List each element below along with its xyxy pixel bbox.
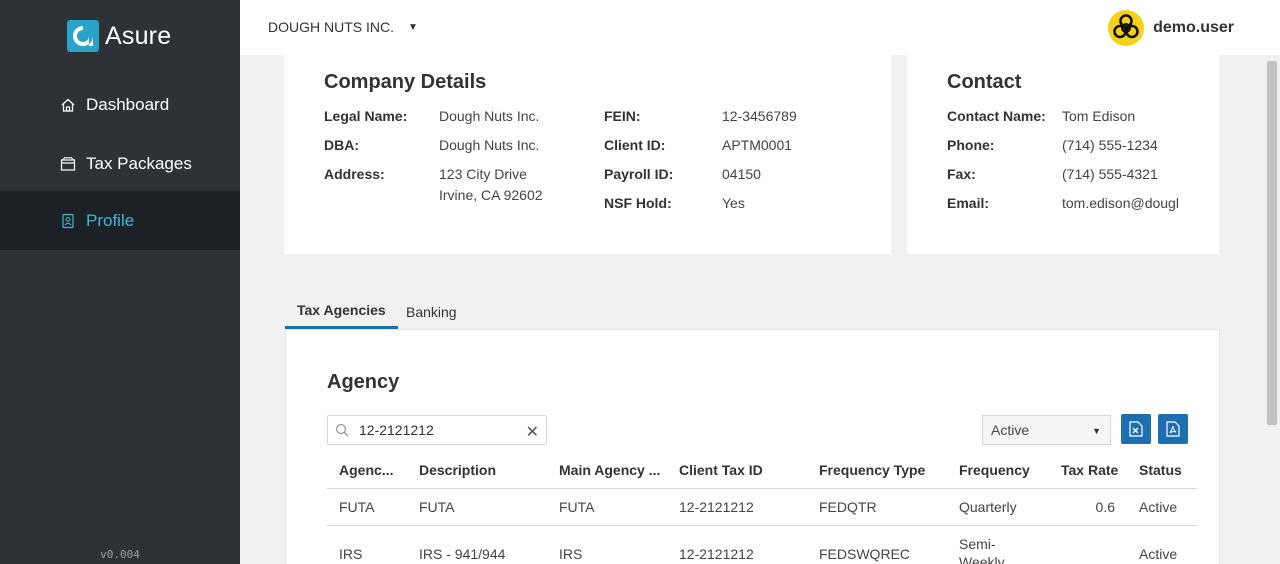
scrollbar-thumb[interactable] (1267, 61, 1277, 425)
pdf-icon (1166, 421, 1180, 437)
cell-frequency-line2: Weekly (959, 554, 1005, 564)
cell-tax-rate: 0.6 (1095, 499, 1115, 515)
cell-main-agency: FUTA (559, 499, 595, 515)
contact-name-label: Contact Name: (947, 108, 1046, 124)
export-excel-button[interactable] (1121, 414, 1151, 444)
nsf-hold-label: NSF Hold: (604, 195, 672, 211)
legal-name-value: Dough Nuts Inc. (439, 108, 540, 124)
cell-agency: IRS (339, 546, 363, 562)
company-details-title: Company Details (324, 71, 487, 93)
cell-frequency-line1: Semi- (959, 536, 996, 552)
agency-title: Agency (327, 371, 400, 393)
avatar (1108, 10, 1145, 46)
top-header: DOUGH NUTS INC. ▼ demo.user (240, 0, 1280, 55)
username: demo.user (1153, 19, 1234, 36)
excel-icon (1129, 421, 1143, 437)
company-details-card: Company Details Legal Name: Dough Nuts I… (284, 55, 891, 254)
cell-frequency-type: FEDQTR (819, 499, 877, 515)
fax-value: (714) 555-4321 (1062, 166, 1158, 182)
cell-client-tax-id: 12-2121212 (679, 499, 754, 515)
sidebar-item-label: Dashboard (86, 94, 170, 114)
cell-main-agency: IRS (559, 546, 583, 562)
sidebar: Asure Dashboard Tax Packages Profile v0.… (0, 0, 240, 564)
cell-frequency: Quarterly (959, 499, 1017, 515)
status-filter-value: Active (991, 422, 1030, 438)
column-header-agency[interactable]: Agenc... (339, 462, 393, 478)
dba-value: Dough Nuts Inc. (439, 137, 540, 153)
contact-title: Contact (947, 71, 1022, 93)
column-header-client-tax-id[interactable]: Client Tax ID (679, 462, 763, 478)
cell-client-tax-id: 12-2121212 (679, 546, 754, 562)
fein-label: FEIN: (604, 108, 641, 124)
column-header-frequency-type[interactable]: Frequency Type (819, 462, 925, 478)
profile-icon (62, 213, 74, 228)
fein-value: 12-3456789 (722, 108, 797, 124)
contact-card: Contact Contact Name: Tom Edison Phone: … (907, 55, 1219, 254)
clear-search-icon[interactable]: ✕ (526, 422, 539, 442)
payroll-id-value: 04150 (722, 166, 761, 182)
address-line1: 123 City Drive (439, 166, 527, 182)
phone-label: Phone: (947, 137, 995, 153)
row-divider (327, 525, 1197, 526)
user-menu[interactable]: demo.user (1108, 10, 1234, 46)
cell-description: IRS - 941/944 (419, 546, 506, 562)
search-icon (335, 423, 349, 437)
payroll-id-label: Payroll ID: (604, 166, 674, 182)
contact-name-value: Tom Edison (1062, 108, 1136, 124)
sidebar-item-tax-packages[interactable]: Tax Packages (0, 134, 240, 193)
header-divider (327, 488, 1197, 489)
tab-tax-agencies[interactable]: Tax Agencies (285, 296, 398, 329)
email-value[interactable]: tom.edison@dougl (1062, 195, 1179, 211)
tax-agencies-panel: Agency ✕ Active ▼ Agenc... Description M… (285, 329, 1220, 564)
client-id-value: APTM0001 (722, 137, 793, 153)
agency-search-field[interactable]: ✕ (327, 415, 547, 445)
cell-frequency-type: FEDSWQREC (819, 546, 910, 562)
status-filter-select[interactable]: Active ▼ (982, 415, 1111, 445)
sidebar-item-dashboard[interactable]: Dashboard (0, 75, 240, 134)
legal-name-label: Legal Name: (324, 108, 408, 124)
home-icon (61, 98, 75, 112)
phone-value: (714) 555-1234 (1062, 137, 1158, 153)
package-icon (60, 156, 76, 171)
asure-logo-icon (67, 20, 99, 52)
biohazard-icon (1111, 13, 1142, 43)
fax-label: Fax: (947, 166, 976, 182)
company-selector[interactable]: DOUGH NUTS INC. ▼ (268, 19, 418, 35)
page-scrollbar[interactable] (1264, 55, 1280, 564)
asure-logo[interactable]: Asure (67, 20, 171, 52)
nsf-hold-value: Yes (722, 195, 745, 211)
cell-status: Active (1139, 546, 1178, 562)
address-line2: Irvine, CA 92602 (439, 187, 543, 203)
sidebar-item-profile[interactable]: Profile (0, 191, 240, 250)
column-header-status[interactable]: Status (1139, 462, 1182, 478)
sidebar-item-label: Profile (86, 210, 135, 230)
caret-down-icon: ▼ (408, 21, 418, 33)
dba-label: DBA: (324, 137, 359, 153)
email-label: Email: (947, 195, 990, 211)
tab-banking[interactable]: Banking (394, 298, 469, 331)
caret-down-icon: ▼ (1092, 426, 1101, 436)
column-header-tax-rate[interactable]: Tax Rate (1061, 462, 1118, 478)
client-id-label: Client ID: (604, 137, 666, 153)
column-header-description[interactable]: Description (419, 462, 496, 478)
column-header-frequency[interactable]: Frequency (959, 462, 1030, 478)
cell-description: FUTA (419, 499, 455, 515)
search-input[interactable] (359, 422, 519, 438)
app-version: v0.004 (100, 548, 140, 561)
cell-agency: FUTA (339, 499, 375, 515)
address-label: Address: (324, 166, 385, 182)
company-name: DOUGH NUTS INC. (268, 19, 394, 35)
cell-status: Active (1139, 499, 1178, 515)
brand-name: Asure (105, 21, 172, 50)
sidebar-item-label: Tax Packages (86, 153, 192, 173)
column-header-main-agency[interactable]: Main Agency ... (559, 462, 660, 478)
export-pdf-button[interactable] (1158, 414, 1188, 444)
